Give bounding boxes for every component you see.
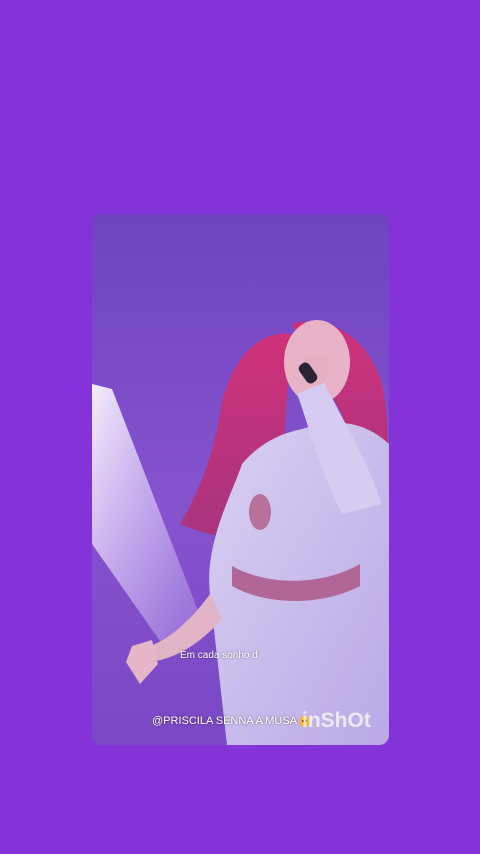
video-frame[interactable]: Em cada sonho d @PRISCILA SENNA A MUSA i…	[92, 214, 389, 745]
performer-video-still	[92, 214, 389, 745]
artist-caption-text: @PRISCILA SENNA A MUSA	[152, 715, 298, 727]
lyric-subtitle: Em cada sonho d	[180, 650, 258, 661]
inshot-watermark: inShOt	[302, 709, 371, 732]
artist-caption: @PRISCILA SENNA A MUSA	[152, 715, 311, 727]
